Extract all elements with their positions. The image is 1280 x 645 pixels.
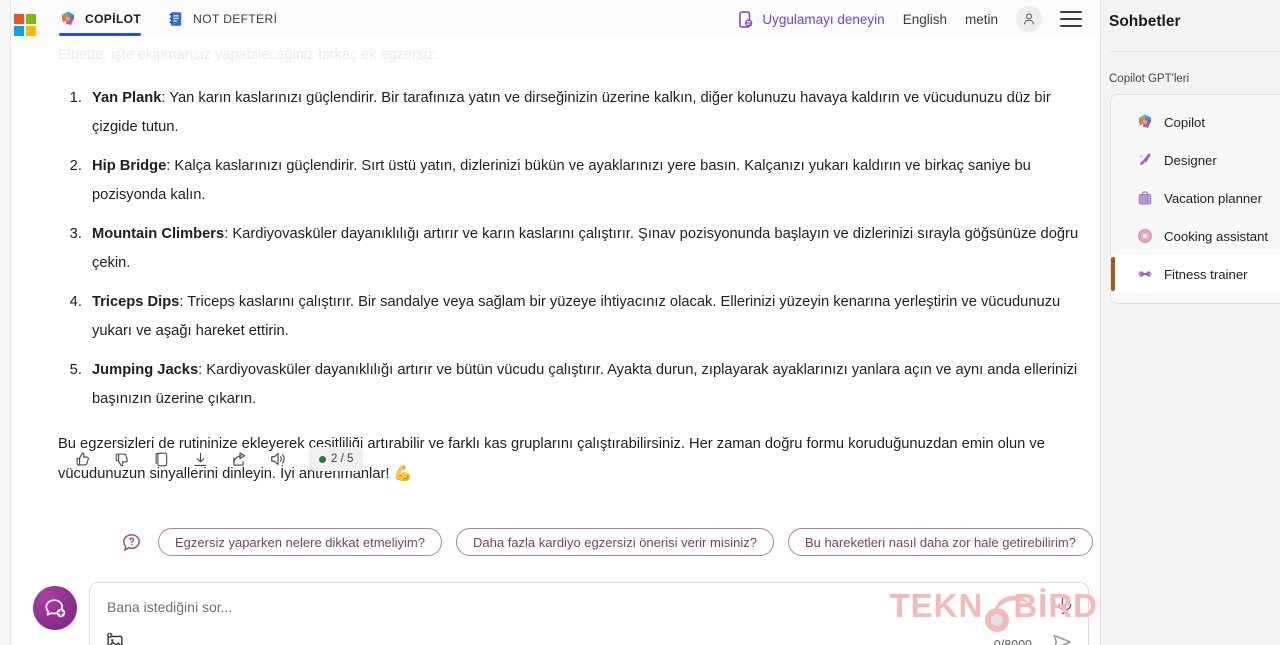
- copilot-icon: [62, 11, 74, 25]
- speaker-icon: [271, 452, 285, 466]
- send-button[interactable]: [1050, 630, 1074, 645]
- dislike-button[interactable]: [107, 444, 137, 474]
- exercise-title: Mountain Climbers: [92, 226, 225, 242]
- tab-copilot[interactable]: COPİLOT: [59, 0, 142, 38]
- new-chat-icon: [45, 598, 65, 617]
- exercise-text: : Kardiyovasküler dayanıklılığı artırır …: [92, 362, 1078, 407]
- copy-icon: [155, 452, 167, 466]
- faded-intro-text: Elbette, işte ekipmansız yapabileceğiniz…: [58, 47, 439, 63]
- exercise-text: : Yan karın kaslarınızı güçlendirir. Bir…: [92, 90, 1051, 135]
- sidebar-item-label: Fitness trainer: [1164, 266, 1248, 282]
- sidebar-item-vacation-planner[interactable]: Vacation planner: [1111, 179, 1280, 217]
- thumbs-up-icon: [76, 451, 89, 465]
- tab-notebook[interactable]: NOT DEFTERİ: [167, 0, 277, 38]
- sidebar-item-label: Copilot: [1164, 114, 1206, 130]
- character-counter: 0/8000: [993, 638, 1032, 645]
- list-item: Yan Plank: Yan karın kaslarınızı güçlend…: [86, 84, 1083, 142]
- sidebar-item-fitness-trainer[interactable]: Fitness trainer: [1111, 255, 1280, 293]
- sidebar-item-label: Vacation planner: [1164, 190, 1262, 206]
- download-button[interactable]: [185, 444, 215, 474]
- tab-bar: COPİLOT NOT DEFTERİ: [59, 0, 277, 38]
- try-app-label: Uygulamayı deneyin: [762, 11, 885, 27]
- sidebar-item-copilot[interactable]: Copilot: [1111, 103, 1280, 141]
- exercise-list: Yan Plank: Yan karın kaslarınızı güçlend…: [58, 84, 1083, 414]
- download-icon: [193, 452, 207, 466]
- left-rail: [0, 0, 11, 645]
- avatar[interactable]: [1016, 6, 1042, 32]
- flexed-biceps-emoji: 💪: [393, 465, 413, 482]
- menu-button[interactable]: [1060, 11, 1082, 27]
- status-dot: [319, 455, 326, 463]
- assistant-message: Elbette, işte ekipmansız yapabileceğiniz…: [58, 44, 1083, 489]
- like-button[interactable]: [68, 444, 98, 474]
- copy-button[interactable]: [146, 444, 176, 474]
- notebook-icon: [169, 12, 182, 26]
- sidebar-section-label: Copilot GPT'leri: [1109, 73, 1190, 85]
- send-icon: [1053, 634, 1071, 645]
- tab-copilot-label: COPİLOT: [85, 12, 142, 26]
- copilot-gpts-card: Copilot Designer Vacation planner Cookin…: [1110, 94, 1280, 304]
- chat-panel: Elbette, işte ekipmansız yapabileceğiniz…: [11, 38, 1100, 645]
- mode-selector[interactable]: metin: [965, 12, 998, 27]
- sidebar-title: Sohbetler: [1109, 13, 1181, 30]
- sidebar-item-label: Designer: [1164, 152, 1217, 168]
- phone-app-icon: [739, 10, 753, 28]
- right-sidebar: Sohbetler Copilot GPT'leri Copilot Desig…: [1100, 0, 1280, 645]
- microphone-icon: [1058, 596, 1072, 614]
- exercise-text: : Kalça kaslarınızı güçlendirir. Sırt üs…: [92, 158, 1031, 203]
- exercise-text: : Triceps kaslarını çalıştırır. Bir sand…: [92, 294, 1061, 339]
- exercise-text: : Kardiyovasküler dayanıklılığı artırır …: [92, 226, 1079, 271]
- dumbbell-icon: [1135, 265, 1154, 284]
- tab-notebook-label: NOT DEFTERİ: [193, 12, 278, 26]
- thumbs-down-icon: [115, 453, 128, 467]
- composer-row: Bana istediğini sor... 0/8000: [22, 548, 1100, 645]
- list-item: Hip Bridge: Kalça kaslarınızı güçlendiri…: [86, 152, 1083, 210]
- sidebar-item-designer[interactable]: Designer: [1111, 141, 1280, 179]
- speak-button[interactable]: [263, 444, 293, 474]
- app-header: COPİLOT NOT DEFTERİ Uygulamayı deneyin E…: [11, 0, 1100, 38]
- sidebar-item-cooking-assistant[interactable]: Cooking assistant: [1111, 217, 1280, 255]
- message-input[interactable]: Bana istediğini sor...: [107, 599, 232, 615]
- list-item: Mountain Climbers: Kardiyovasküler dayan…: [86, 220, 1083, 278]
- share-button[interactable]: [224, 444, 254, 474]
- windows-logo: [14, 14, 36, 36]
- copilot-window: COPİLOT NOT DEFTERİ Uygulamayı deneyin E…: [0, 0, 1280, 645]
- page-counter-label: 2 / 5: [331, 453, 354, 465]
- add-image-button[interactable]: [104, 630, 126, 645]
- add-image-icon: [107, 632, 123, 645]
- share-icon: [232, 451, 245, 466]
- exercise-title: Hip Bridge: [92, 158, 167, 174]
- try-app-button[interactable]: Uygulamayı deneyin: [736, 10, 885, 29]
- language-selector[interactable]: English: [903, 12, 947, 27]
- header-actions: Uygulamayı deneyin English metin: [736, 6, 1100, 32]
- copilot-gpt-icon: [1135, 113, 1154, 132]
- person-icon: [1024, 13, 1034, 25]
- page-counter-badge[interactable]: 2 / 5: [309, 447, 364, 471]
- microphone-button[interactable]: [1054, 594, 1076, 616]
- exercise-title: Jumping Jacks: [92, 362, 199, 378]
- sidebar-item-label: Cooking assistant: [1164, 228, 1269, 244]
- suitcase-icon: [1135, 189, 1154, 208]
- exercise-title: Yan Plank: [92, 90, 162, 106]
- message-actions-toolbar: 2 / 5: [68, 444, 364, 474]
- designer-icon: [1135, 151, 1154, 170]
- sidebar-divider: [1109, 51, 1280, 52]
- message-input-container[interactable]: Bana istediğini sor... 0/8000: [89, 582, 1089, 645]
- new-chat-button[interactable]: [33, 586, 77, 630]
- list-item: Triceps Dips: Triceps kaslarını çalıştır…: [86, 288, 1083, 346]
- list-item: Jumping Jacks: Kardiyovasküler dayanıklı…: [86, 356, 1083, 414]
- exercise-title: Triceps Dips: [92, 294, 180, 310]
- donut-icon: [1135, 227, 1154, 246]
